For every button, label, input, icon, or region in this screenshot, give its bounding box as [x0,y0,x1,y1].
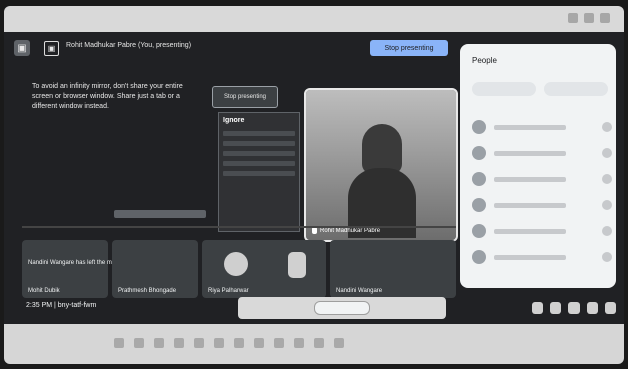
stop-presenting-inline-button[interactable]: Stop presenting [212,86,278,108]
people-title: People [472,56,497,65]
list-item[interactable] [472,114,612,140]
infinity-mirror-warning: To avoid an infinity mirror, don't share… [32,83,183,110]
avatar [472,224,486,238]
name-placeholder [494,176,566,182]
people-list [472,114,612,270]
meeting-top-bar: ▣ ▣ Rohit Madhukar Pabre (You, presentin… [4,32,456,64]
name-placeholder [494,228,566,234]
meet-app-icon: ▣ [14,40,30,56]
preview-line [223,131,295,136]
close-icon[interactable] [600,13,610,23]
taskbar [4,324,624,364]
maximize-icon[interactable] [584,13,594,23]
lock-icon[interactable] [604,302,617,314]
name-placeholder [494,150,566,156]
avatar [472,198,486,212]
more-icon[interactable] [602,200,612,210]
preview-line [223,171,295,176]
meeting-view: ▣ ▣ Rohit Madhukar Pabre (You, presentin… [4,32,624,324]
taskbar-app-icon[interactable] [214,338,224,348]
name-placeholder [494,202,566,208]
control-button[interactable] [314,301,370,315]
taskbar-app-icon[interactable] [294,338,304,348]
name-placeholder [494,124,566,130]
more-icon[interactable] [602,226,612,236]
stop-presenting-button[interactable]: Stop presenting [370,40,448,56]
list-item[interactable] [472,218,612,244]
people-icon[interactable] [550,302,562,314]
host-controls-button[interactable] [544,82,608,96]
taskbar-app-icon[interactable] [334,338,344,348]
info-icon[interactable] [532,302,544,314]
taskbar-app-icon[interactable] [274,338,284,348]
taskbar-app-icon[interactable] [114,338,124,348]
avatar [472,172,486,186]
meeting-controls [238,297,446,319]
screen-share-notice-bar [114,210,206,218]
people-tabs [472,82,608,96]
more-icon[interactable] [602,122,612,132]
taskbar-icons [114,338,504,350]
add-people-button[interactable] [472,82,536,96]
meeting-bottom-bar: 2:35 PM | bny-tatf-fwm [4,290,624,324]
list-item[interactable] [472,166,612,192]
meeting-time: 2:35 PM | bny-tatf-fwm [26,302,97,309]
self-video-tile[interactable]: Rohit Madhukar Pabre [304,88,458,242]
people-panel: People [460,44,616,288]
more-icon[interactable] [602,174,612,184]
list-item[interactable] [472,192,612,218]
mic-icon [312,227,317,234]
presenting-icon: ▣ [44,41,59,56]
preview-title: Ignore [223,117,245,124]
self-tile-name: Rohit Madhukar Pabre [320,228,381,234]
preview-line [223,141,295,146]
participant-placeholder-icon [288,252,306,278]
name-placeholder [494,254,566,260]
screen-share-preview: Ignore [218,112,300,232]
taskbar-app-icon[interactable] [314,338,324,348]
chat-icon[interactable] [568,302,580,314]
list-item[interactable] [472,140,612,166]
preview-line [223,161,295,166]
avatar [472,146,486,160]
preview-content [223,131,295,181]
activities-icon[interactable] [586,302,598,314]
more-icon[interactable] [602,252,612,262]
avatar [472,120,486,134]
taskbar-app-icon[interactable] [154,338,164,348]
list-item[interactable] [472,244,612,270]
browser-chrome [4,6,624,32]
meeting-side-controls [532,300,617,316]
participant-head [362,124,402,174]
avatar [472,250,486,264]
more-icon[interactable] [602,148,612,158]
taskbar-app-icon[interactable] [194,338,204,348]
taskbar-app-icon[interactable] [134,338,144,348]
divider [22,226,456,228]
taskbar-app-icon[interactable] [234,338,244,348]
preview-line [223,151,295,156]
window-controls [568,13,610,23]
participant-avatar [224,252,248,276]
minimize-icon[interactable] [568,13,578,23]
taskbar-app-icon[interactable] [174,338,184,348]
presenter-label: Rohit Madhukar Pabre (You, presenting) [66,42,192,49]
screenshot-frame: ▣ ▣ Rohit Madhukar Pabre (You, presentin… [4,6,624,364]
taskbar-app-icon[interactable] [254,338,264,348]
